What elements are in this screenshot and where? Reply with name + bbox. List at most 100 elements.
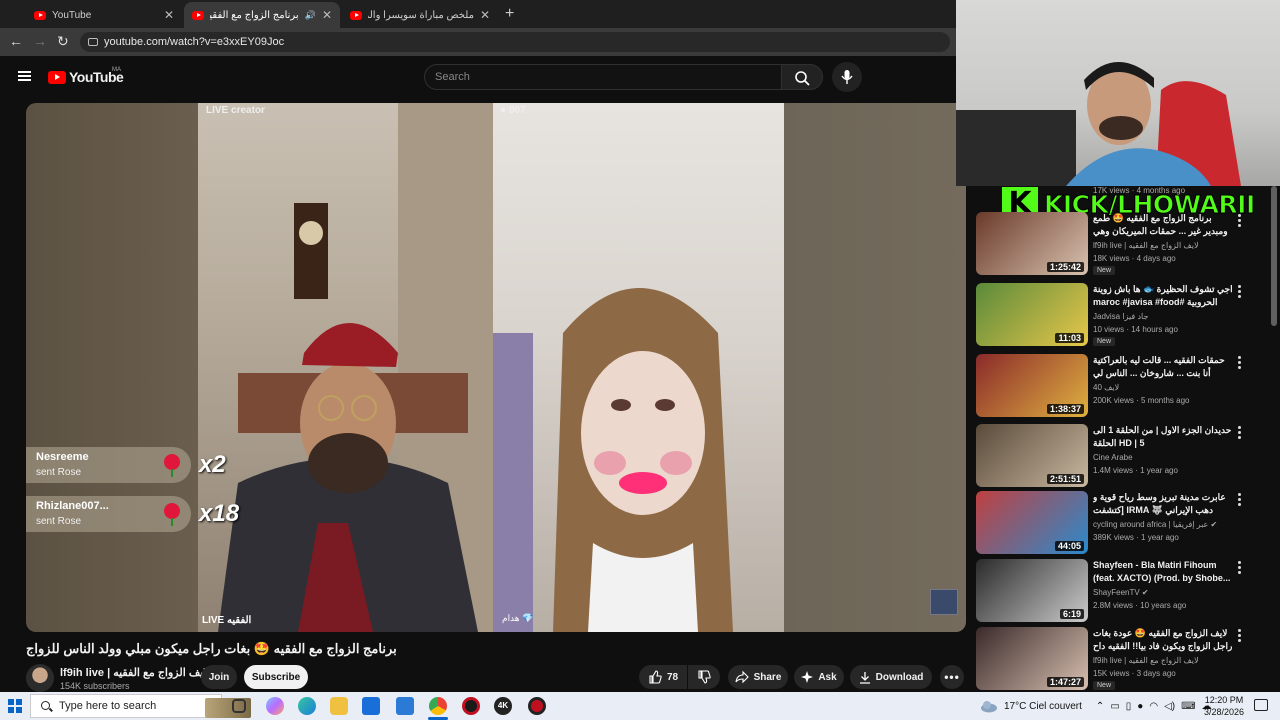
recommendation-channel[interactable]: Cine Arabe [1093, 453, 1133, 462]
youtube-header: YouTube MA Search [0, 56, 960, 100]
new-badge: New [1093, 681, 1116, 690]
video-title: برنامج الزواج مع الفقيه 🤩 بغات راجل ميكو… [26, 641, 966, 657]
chevron-up-icon[interactable]: ⌃ [1096, 701, 1104, 712]
speaker-icon[interactable]: 🔊 [305, 10, 316, 21]
subscribe-button[interactable]: Subscribe [244, 665, 308, 689]
share-button[interactable]: Share [728, 665, 788, 689]
more-vertical-icon[interactable] [1238, 561, 1242, 575]
notification-icon[interactable] [1254, 699, 1268, 711]
wifi-icon[interactable]: ◠ [1149, 701, 1158, 712]
4k-downloader-icon[interactable]: 4K [494, 697, 512, 715]
task-view-icon[interactable] [232, 699, 246, 713]
download-button[interactable]: Download [850, 665, 932, 689]
channel-watermark[interactable] [930, 589, 958, 615]
gift-pill: Rhizlane007... sent Rose [26, 496, 191, 532]
more-vertical-icon[interactable] [1238, 214, 1242, 228]
network-icon[interactable]: ▭ [1110, 701, 1119, 712]
more-vertical-icon[interactable] [1238, 356, 1242, 370]
recommendation-title[interactable]: عابرت مدينة تبريز وسط رياح قوية و إكتشفت… [1093, 491, 1233, 517]
battery-icon[interactable]: ▯ [1126, 701, 1132, 712]
close-tab-icon[interactable]: ✕ [322, 8, 332, 22]
gift-sender: Rhizlane007... [36, 500, 109, 512]
address-bar-row: ← → ↻ youtube.com/watch?v=e3xxEY09Joc [0, 28, 960, 56]
tab-current-video[interactable]: برنامج الزواج مع الفقيه 🤩 بغا... 🔊 ✕ [184, 2, 340, 28]
store-icon[interactable] [362, 697, 380, 715]
chrome-icon[interactable] [429, 697, 447, 715]
more-vertical-icon[interactable] [1238, 493, 1242, 507]
recommendation-title[interactable]: حمقات الفقيه ... قالت ليه بالعراكتية أنا… [1093, 354, 1233, 381]
forward-arrow-icon[interactable]: → [33, 33, 47, 49]
more-vertical-icon[interactable] [1238, 426, 1242, 440]
recommendation-item[interactable]: 44:05 عابرت مدينة تبريز وسط رياح قوية و إ… [976, 491, 1266, 557]
volume-icon[interactable]: ◁) [1164, 701, 1175, 712]
recommendation-meta: 389K views · 1 year ago [1093, 533, 1179, 542]
browser-tab-bar: YouTube ✕ برنامج الزواج مع الفقيه 🤩 بغا.… [0, 0, 960, 28]
recommendation-item[interactable]: 11:03 اجي تشوف الحظيرة 🐟 ها باش زوينة mar… [976, 283, 1266, 349]
voice-search-button[interactable] [832, 62, 862, 92]
recommendation-item[interactable]: 2:51:51 حديدان الجزء الاول | من الحلقة 1 … [976, 424, 1266, 490]
site-info-icon[interactable] [88, 38, 98, 46]
video-thumbnail[interactable]: 6:19 [976, 559, 1088, 622]
windows-start-icon[interactable] [8, 699, 22, 713]
streamer-webcam-overlay [956, 0, 1280, 186]
recommendation-title[interactable]: حديدان الجزء الاول | من الحلقة 1 الى الح… [1093, 424, 1233, 450]
recommendation-item[interactable]: 1:47:27 لايف الزواج مع الفقيه 🤩 عودة بغات… [976, 627, 1266, 692]
new-badge: New [1093, 266, 1116, 275]
tab-match-summary[interactable]: ملخص مباراة سويسرا وألمانيا (3-... ✕ [342, 2, 498, 28]
recommendation-channel[interactable]: cycling around africa | عبر إفريقيا ✔ [1093, 520, 1217, 529]
close-tab-icon[interactable]: ✕ [480, 8, 490, 22]
dislike-button[interactable] [688, 665, 720, 689]
recommendation-channel[interactable]: Jadvisa جاد فيزا [1093, 312, 1148, 321]
video-thumbnail[interactable]: 44:05 [976, 491, 1088, 554]
recommendation-title[interactable]: لايف الزواج مع الفقيه 🤩 عودة بغات راجل ا… [1093, 627, 1233, 654]
hamburger-menu-icon[interactable] [18, 71, 31, 81]
url-field[interactable]: youtube.com/watch?v=e3xxEY09Joc [80, 32, 950, 52]
video-thumbnail[interactable]: 2:51:51 [976, 424, 1088, 487]
recommendation-channel[interactable]: لايف 40 [1093, 383, 1119, 392]
more-vertical-icon[interactable] [1238, 629, 1242, 643]
close-tab-icon[interactable]: ✕ [164, 8, 174, 22]
ask-button[interactable]: Ask [794, 665, 844, 689]
outlook-icon[interactable] [396, 697, 414, 715]
tab-youtube[interactable]: YouTube ✕ [26, 2, 182, 28]
video-thumbnail[interactable]: 1:38:37 [976, 354, 1088, 417]
search-button[interactable] [781, 64, 823, 90]
system-clock[interactable]: 12:20 PM 3/28/2026 [1204, 694, 1244, 718]
like-button[interactable]: 78 [639, 665, 687, 689]
language-icon[interactable]: ⌨ [1181, 701, 1195, 712]
more-vertical-icon[interactable] [1238, 285, 1242, 299]
recommendation-item[interactable]: 1:25:42 برنامج الزواج مع الفقيه 🤩 طمع ومب… [976, 212, 1266, 278]
new-tab-icon[interactable]: + [505, 5, 514, 23]
video-player[interactable]: LIVE creator ● 807 Nesreeme sent Rose x2… [26, 103, 966, 632]
obs-icon[interactable] [462, 697, 480, 715]
reload-icon[interactable]: ↻ [57, 33, 69, 50]
edge-icon[interactable] [298, 697, 316, 715]
sidebar-scrollbar[interactable] [1271, 186, 1277, 326]
video-duration: 6:19 [1059, 609, 1084, 619]
recommendation-title[interactable]: اجي تشوف الحظيرة 🐟 ها باش زوينة maroc #j… [1093, 283, 1233, 309]
back-arrow-icon[interactable]: ← [9, 33, 23, 49]
channel-name[interactable]: lf9ih live | لايف الزواج مع الفقيه [60, 666, 210, 679]
recommendation-item[interactable]: 1:38:37 حمقات الفقيه ... قالت ليه بالعراك… [976, 354, 1266, 420]
recommendation-title[interactable]: Shayfeen - Bla Matiri Fihoum (feat. XACT… [1093, 559, 1233, 585]
copilot-icon[interactable] [266, 697, 284, 715]
more-actions-button[interactable]: ••• [940, 665, 964, 689]
recommendation-title[interactable]: برنامج الزواج مع الفقيه 🤩 طمع ومبدير غير… [1093, 212, 1233, 239]
gift-count: x18 [199, 500, 240, 527]
recommendation-channel[interactable]: lf9ih live | لايف الزواج مع الفقيه [1093, 656, 1199, 665]
join-button[interactable]: Join [201, 665, 237, 689]
taskbar-search-input[interactable]: Type here to search [30, 694, 251, 718]
viewer-count: ● 807 [500, 105, 526, 116]
recommendation-channel[interactable]: lf9ih live | لايف الزواج مع الفقيه [1093, 241, 1199, 250]
microphone-tray-icon[interactable]: ● [1137, 701, 1143, 712]
channel-avatar[interactable] [26, 664, 54, 692]
file-explorer-icon[interactable] [330, 697, 348, 715]
video-thumbnail[interactable]: 1:25:42 [976, 212, 1088, 275]
video-thumbnail[interactable]: 1:47:27 [976, 627, 1088, 690]
search-input[interactable]: Search [424, 64, 782, 90]
recorder-icon[interactable] [528, 697, 546, 715]
recommendation-item[interactable]: 6:19 Shayfeen - Bla Matiri Fihoum (feat. … [976, 559, 1266, 625]
video-thumbnail[interactable]: 11:03 [976, 283, 1088, 346]
guest-name-tag: 💎 هدام [502, 613, 534, 623]
recommendation-channel[interactable]: ShayFeenTV ✔ [1093, 588, 1149, 597]
